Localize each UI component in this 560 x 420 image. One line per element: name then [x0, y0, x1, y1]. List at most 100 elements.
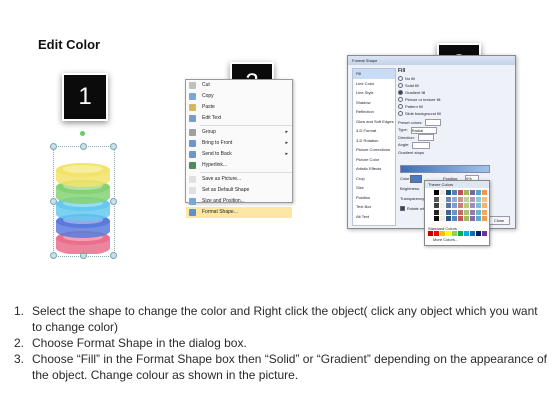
- category-item[interactable]: Text Box: [353, 202, 395, 212]
- fill-option-radio[interactable]: Gradient fill: [398, 89, 510, 96]
- color-swatch[interactable]: [452, 190, 457, 195]
- fill-option-radio[interactable]: Picture or texture fill: [398, 96, 510, 103]
- color-swatch[interactable]: [458, 196, 463, 202]
- category-item[interactable]: Glow and Soft Edges: [353, 117, 395, 127]
- color-swatch[interactable]: [464, 209, 469, 215]
- color-swatch[interactable]: [440, 203, 445, 208]
- color-swatch[interactable]: [476, 203, 481, 208]
- menu-item[interactable]: Send to Back ▸: [186, 149, 292, 160]
- color-swatch[interactable]: [464, 190, 469, 195]
- resize-handle[interactable]: [80, 143, 87, 150]
- menu-item[interactable]: Bring to Front ▸: [186, 138, 292, 149]
- color-swatch[interactable]: [446, 216, 451, 221]
- rotation-handle[interactable]: [80, 131, 85, 136]
- resize-handle[interactable]: [50, 143, 57, 150]
- menu-item[interactable]: Save as Picture...: [186, 174, 292, 185]
- color-swatch[interactable]: [452, 216, 457, 221]
- more-colors-link[interactable]: More Colors...: [433, 237, 458, 242]
- color-swatch[interactable]: [434, 196, 439, 202]
- color-swatch[interactable]: [482, 203, 487, 208]
- standard-color-swatch[interactable]: [458, 231, 463, 236]
- fill-option-radio[interactable]: Solid fill: [398, 82, 510, 89]
- color-swatch[interactable]: [428, 196, 433, 202]
- color-swatch[interactable]: [452, 203, 457, 208]
- category-item[interactable]: Crop: [353, 174, 395, 184]
- fill-option-radio[interactable]: Slide background fill: [398, 110, 510, 117]
- color-swatch[interactable]: [440, 196, 445, 202]
- color-swatch[interactable]: [482, 190, 487, 195]
- color-swatch[interactable]: [428, 203, 433, 208]
- color-swatch[interactable]: [470, 209, 475, 215]
- menu-item[interactable]: Set as Default Shape: [186, 185, 292, 196]
- color-swatch[interactable]: [476, 190, 481, 195]
- color-swatch[interactable]: [476, 216, 481, 221]
- menu-item[interactable]: Size and Position...: [186, 196, 292, 207]
- menu-item[interactable]: Format Shape...: [186, 207, 292, 218]
- color-swatch[interactable]: [446, 196, 451, 202]
- standard-color-swatch[interactable]: [464, 231, 469, 236]
- color-swatch[interactable]: [428, 216, 433, 221]
- color-swatch[interactable]: [434, 209, 439, 215]
- category-item[interactable]: Picture Color: [353, 155, 395, 165]
- color-swatch[interactable]: [482, 216, 487, 221]
- color-swatch[interactable]: [470, 196, 475, 202]
- color-swatch[interactable]: [446, 203, 451, 208]
- color-swatch[interactable]: [434, 216, 439, 221]
- standard-color-swatch[interactable]: [470, 231, 475, 236]
- menu-item[interactable]: Hyperlink...: [186, 160, 292, 171]
- angle-input[interactable]: [412, 141, 431, 149]
- color-swatch[interactable]: [440, 190, 445, 195]
- category-item[interactable]: Line Style: [353, 88, 395, 98]
- category-item[interactable]: Artistic Effects: [353, 164, 395, 174]
- color-picker-button[interactable]: [410, 175, 422, 183]
- standard-color-swatch[interactable]: [476, 231, 481, 236]
- category-item[interactable]: Position: [353, 193, 395, 203]
- standard-color-swatch[interactable]: [446, 231, 451, 236]
- color-swatch[interactable]: [470, 216, 475, 221]
- category-item[interactable]: Line Color: [353, 79, 395, 89]
- color-swatch[interactable]: [464, 196, 469, 202]
- color-swatch[interactable]: [458, 209, 463, 215]
- standard-color-swatch[interactable]: [452, 231, 457, 236]
- color-swatch[interactable]: [476, 196, 481, 202]
- standard-color-swatch[interactable]: [482, 231, 487, 236]
- color-swatch[interactable]: [464, 203, 469, 208]
- color-swatch[interactable]: [482, 196, 487, 202]
- color-swatch[interactable]: [434, 203, 439, 208]
- color-swatch[interactable]: [458, 203, 463, 208]
- color-swatch[interactable]: [452, 196, 457, 202]
- color-swatch[interactable]: [428, 209, 433, 215]
- fill-option-radio[interactable]: Pattern fill: [398, 103, 510, 110]
- color-swatch[interactable]: [440, 216, 445, 221]
- category-item[interactable]: Fill: [353, 69, 395, 79]
- color-swatch[interactable]: [446, 209, 451, 215]
- color-swatch[interactable]: [470, 203, 475, 208]
- standard-color-swatch[interactable]: [434, 231, 439, 236]
- category-item[interactable]: 3-D Format: [353, 126, 395, 136]
- menu-item[interactable]: Paste: [186, 102, 292, 113]
- preset-colors-dropdown[interactable]: [425, 119, 442, 127]
- color-swatch[interactable]: [428, 190, 433, 195]
- color-swatch[interactable]: [476, 209, 481, 215]
- color-swatch[interactable]: [470, 190, 475, 195]
- category-item[interactable]: Size: [353, 183, 395, 193]
- gradient-stops-bar[interactable]: [400, 165, 490, 173]
- color-swatch[interactable]: [440, 209, 445, 215]
- category-item[interactable]: Picture Corrections: [353, 145, 395, 155]
- color-swatch[interactable]: [458, 190, 463, 195]
- close-button[interactable]: Close: [488, 216, 510, 225]
- stacked-discs-shape[interactable]: [50, 150, 116, 254]
- color-swatch[interactable]: [464, 216, 469, 221]
- type-dropdown[interactable]: Radial: [410, 126, 437, 134]
- color-swatch[interactable]: [482, 209, 487, 215]
- resize-handle[interactable]: [110, 143, 117, 150]
- color-swatch[interactable]: [434, 190, 439, 195]
- color-swatch[interactable]: [446, 190, 451, 195]
- category-item[interactable]: Reflection: [353, 107, 395, 117]
- standard-color-swatch[interactable]: [428, 231, 433, 236]
- menu-item[interactable]: Edit Text: [186, 113, 292, 124]
- color-swatch[interactable]: [452, 209, 457, 215]
- category-item[interactable]: Shadow: [353, 98, 395, 108]
- direction-dropdown[interactable]: [417, 134, 434, 142]
- category-item[interactable]: 3-D Rotation: [353, 136, 395, 146]
